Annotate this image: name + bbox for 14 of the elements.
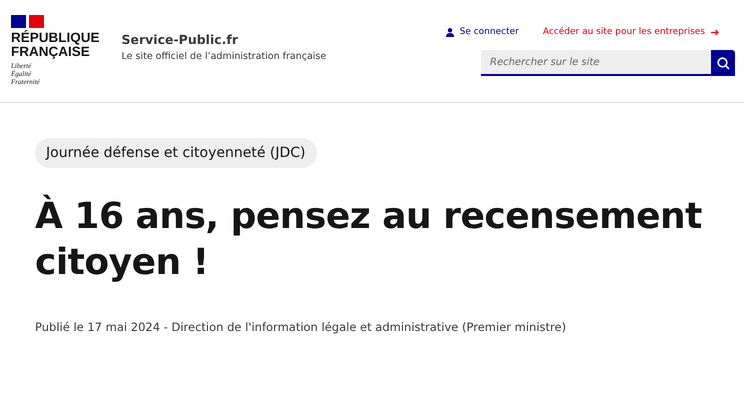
user-icon [446,28,454,36]
site-tagline: Le site officiel de l’administration française [122,51,326,62]
search-field[interactable]: Rechercher sur le site [481,50,711,76]
site-name[interactable]: Service-Public.fr [122,32,326,47]
category-tag[interactable]: Journée défense et citoyenneté (JDC) [35,138,317,168]
logo-text: RÉPUBLIQUE FRANÇAISE [11,31,100,59]
search-icon [716,56,730,70]
publication-info: Publié le 17 mai 2024 - Direction de l'information légale et administrative (Premier ministre) [35,320,568,334]
article-title: À 16 ans, pensez au recensement citoyen ! [35,194,703,285]
arrow-right-icon [711,28,719,36]
search-button[interactable] [711,50,735,76]
login-link[interactable]: Se connecter [446,27,519,37]
flag-icon [11,15,44,28]
business-site-link[interactable]: Accéder au site pour les entreprises [542,27,719,37]
